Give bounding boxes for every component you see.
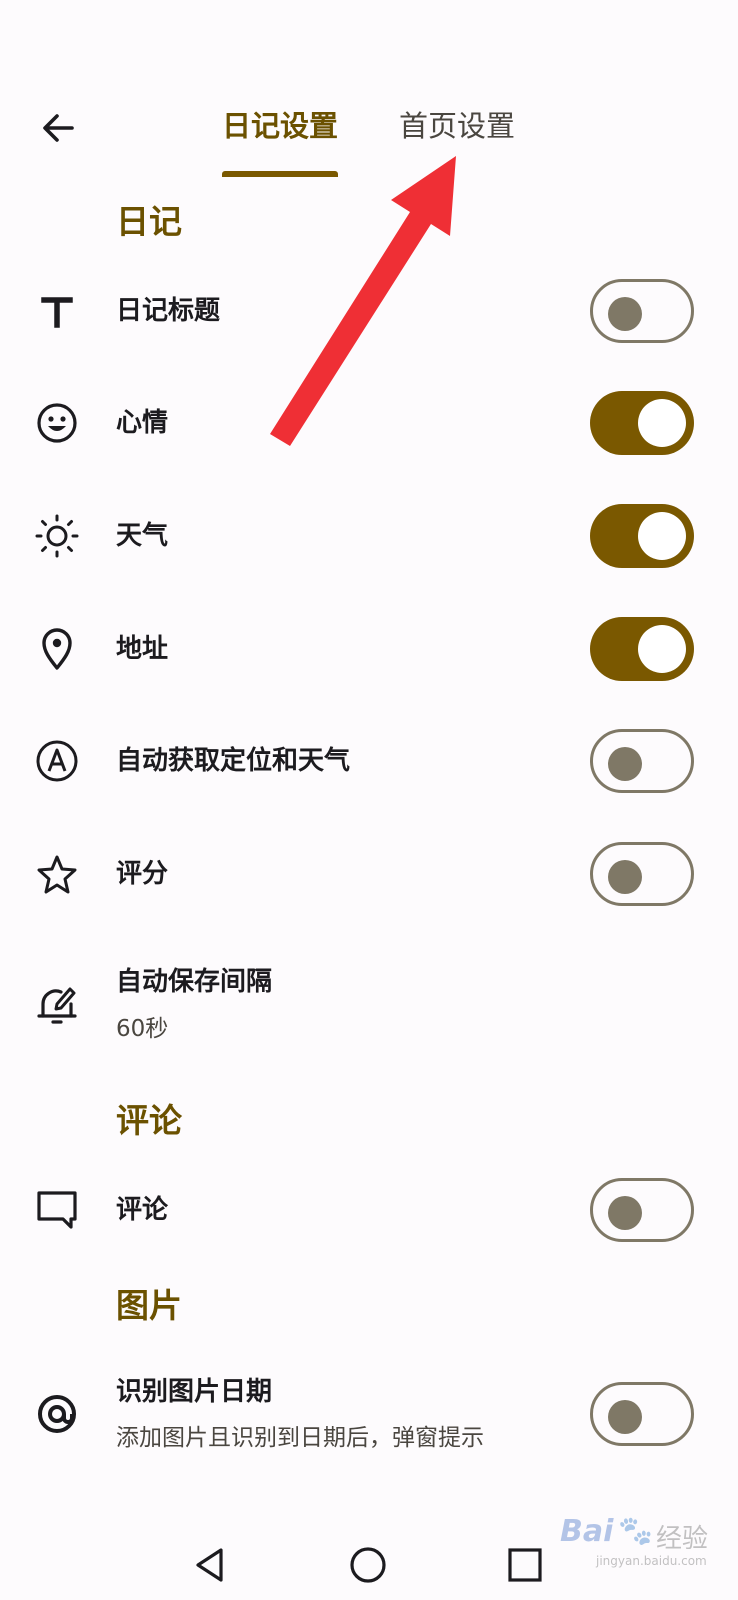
- watermark-logo: Bai 🐾 经验 jingyan.baidu.com: [560, 1510, 730, 1570]
- watermark-text: Bai: [560, 1514, 614, 1549]
- text-icon: [34, 288, 80, 334]
- annotation-arrow: [270, 156, 456, 446]
- watermark-subtext: jingyan.baidu.com: [596, 1554, 707, 1568]
- tab-diary-settings[interactable]: 日记设置: [222, 106, 338, 146]
- comment-toggle[interactable]: [590, 1178, 694, 1242]
- comment-icon: [34, 1187, 80, 1233]
- smiley-icon: [34, 400, 80, 446]
- section-title-comments: 评论: [116, 1101, 182, 1140]
- nav-back-button[interactable]: [186, 1540, 236, 1590]
- weather-toggle[interactable]: [590, 504, 694, 568]
- at-icon: [34, 1391, 80, 1437]
- rating-label: 评分: [116, 859, 169, 889]
- toggle-knob: [608, 1400, 642, 1434]
- nav-home-button[interactable]: [343, 1540, 393, 1590]
- status-bar: [0, 0, 738, 70]
- toggle-knob: [638, 399, 686, 447]
- auto-location-weather-label: 自动获取定位和天气: [116, 746, 351, 776]
- autosave-interval-value: 60秒: [116, 1016, 169, 1042]
- recents-square-icon: [508, 1548, 542, 1582]
- paw-icon: 🐾: [618, 1514, 653, 1547]
- toggle-knob: [608, 747, 642, 781]
- nav-recents-button[interactable]: [500, 1540, 550, 1590]
- arrow-left-icon: [43, 114, 74, 142]
- back-button[interactable]: [30, 100, 86, 156]
- star-icon: [34, 851, 80, 897]
- tab-home-settings[interactable]: 首页设置: [394, 106, 520, 146]
- auto-icon: [34, 738, 80, 784]
- recognize-image-date-description: 添加图片且识别到日期后，弹窗提示: [116, 1425, 484, 1451]
- mood-toggle[interactable]: [590, 391, 694, 455]
- rating-toggle[interactable]: [590, 842, 694, 906]
- recognize-image-date-label: 识别图片日期: [116, 1377, 273, 1407]
- watermark-text-2: 经验: [656, 1524, 709, 1554]
- comment-label: 评论: [116, 1195, 169, 1225]
- back-triangle-icon: [196, 1548, 223, 1582]
- toggle-knob: [608, 1196, 642, 1230]
- auto-location-weather-toggle[interactable]: [590, 729, 694, 793]
- address-label: 地址: [116, 634, 169, 664]
- section-title-images: 图片: [116, 1286, 182, 1325]
- diary-title-label: 日记标题: [116, 296, 221, 326]
- section-title-diary: 日记: [116, 202, 182, 241]
- home-circle-icon: [350, 1547, 386, 1583]
- sun-icon: [34, 513, 80, 559]
- diary-title-toggle[interactable]: [590, 279, 694, 343]
- autosave-interval-label[interactable]: 自动保存间隔: [116, 964, 272, 1000]
- toggle-knob: [608, 860, 642, 894]
- toggle-knob: [638, 625, 686, 673]
- weather-label: 天气: [116, 521, 169, 551]
- mood-label: 心情: [116, 408, 169, 438]
- location-pin-icon: [34, 626, 80, 672]
- address-toggle[interactable]: [590, 617, 694, 681]
- toggle-knob: [608, 297, 642, 331]
- recognize-image-date-toggle[interactable]: [590, 1382, 694, 1446]
- toggle-knob: [638, 512, 686, 560]
- alarm-edit-icon[interactable]: [34, 982, 80, 1028]
